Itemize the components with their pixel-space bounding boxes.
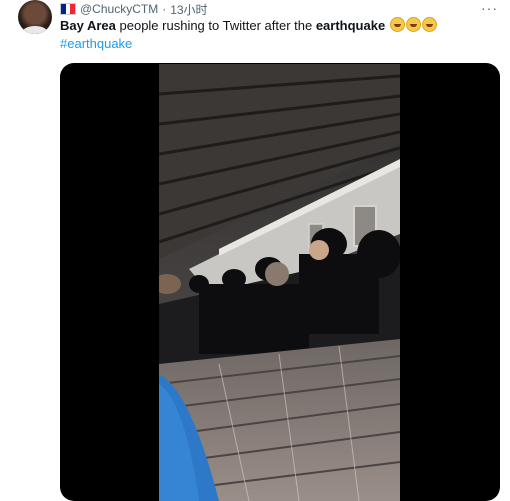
rolling-on-floor-laughing-emoji-icon	[389, 17, 405, 32]
rolling-on-floor-laughing-emoji-icon	[405, 17, 421, 32]
tweet: @ChuckyCTM · 13小时 ··· Bay Area people ru…	[0, 0, 510, 501]
video-frame[interactable]	[159, 64, 400, 501]
tweet-text-plain: people rushing to Twitter after the	[115, 18, 316, 33]
timestamp[interactable]: 13小时	[170, 1, 207, 18]
tweet-text-bold-2: earthquake	[315, 18, 386, 33]
tweet-text: Bay Area people rushing to Twitter after…	[60, 17, 437, 35]
rolling-on-floor-laughing-emoji-icon	[421, 17, 437, 32]
tweet-text-bold-1: Bay Area	[60, 18, 116, 33]
tweet-header: @ChuckyCTM · 13小时	[60, 1, 208, 18]
author-handle[interactable]: @ChuckyCTM	[80, 2, 158, 16]
escalator-scene-image	[159, 64, 400, 501]
more-options-icon[interactable]: ···	[481, 0, 498, 16]
hashtag-link[interactable]: #earthquake	[60, 35, 132, 53]
france-flag-icon	[60, 3, 76, 15]
avatar[interactable]	[18, 0, 52, 34]
separator: ·	[162, 2, 167, 16]
video-player[interactable]	[60, 63, 500, 501]
